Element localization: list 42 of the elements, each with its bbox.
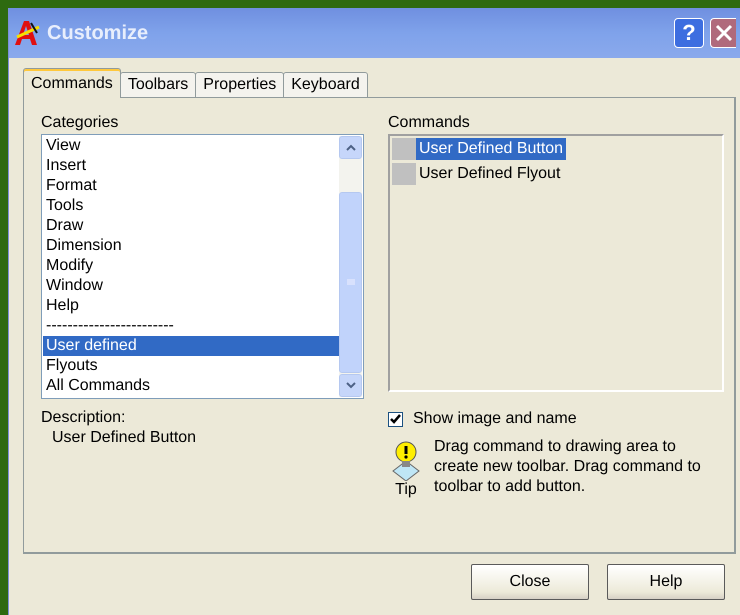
tip-label: Tip — [395, 481, 417, 499]
tab[interactable]: Properties — [195, 72, 284, 98]
dialog-button[interactable]: Help — [607, 564, 725, 600]
scroll-thumb[interactable] — [339, 192, 362, 373]
list-item[interactable]: Window — [43, 276, 339, 296]
commands-list[interactable]: User Defined Button User Defined Flyout — [388, 134, 724, 392]
help-button[interactable]: ? — [674, 18, 704, 48]
categories-list[interactable]: View Insert Format Tools Draw Dimension Modify Window Help ------------------------ User defined Flyouts All Commands — [41, 134, 364, 399]
list-item[interactable]: User Defined Button — [416, 138, 566, 160]
command-image — [392, 163, 416, 185]
list-item[interactable]: Dimension — [43, 236, 339, 256]
list-item[interactable]: All Commands — [43, 376, 339, 396]
app-logo-icon — [13, 19, 41, 47]
command-image — [392, 138, 416, 160]
tab[interactable]: Toolbars — [120, 72, 196, 98]
tab[interactable]: Commands — [23, 68, 121, 98]
list-item[interactable]: ------------------------ — [43, 316, 339, 336]
list-item[interactable]: Format — [43, 176, 339, 196]
description-label: Description: — [41, 408, 126, 428]
scroll-up-icon[interactable] — [346, 144, 356, 151]
list-item[interactable]: User defined — [43, 336, 339, 356]
list-item[interactable]: View — [43, 136, 339, 156]
list-item[interactable]: User Defined Flyout — [416, 163, 564, 185]
window-title: Customize — [47, 22, 150, 44]
scrollbar[interactable] — [339, 136, 362, 397]
scroll-down-icon[interactable] — [346, 382, 356, 389]
list-item[interactable]: Draw — [43, 216, 339, 236]
tab[interactable]: Keyboard — [283, 72, 368, 98]
checkbox[interactable] — [388, 412, 403, 426]
tip-text: Drag command to drawing area to create new toolbar. Drag command to toolbar to add button. — [434, 437, 702, 497]
close-icon — [714, 24, 732, 42]
list-item[interactable]: Insert — [43, 156, 339, 176]
close-button[interactable] — [710, 18, 736, 48]
list-label: Categories — [41, 113, 120, 133]
list-item[interactable]: Tools — [43, 196, 339, 216]
description-text: User Defined Button — [52, 429, 198, 447]
checkbox-label: Show image and name — [413, 410, 577, 428]
list-label: Commands — [388, 113, 471, 133]
dialog-button[interactable]: Close — [471, 564, 589, 600]
list-item[interactable]: Modify — [43, 256, 339, 276]
list-item[interactable]: Flyouts — [43, 356, 339, 376]
list-item[interactable]: Help — [43, 296, 339, 316]
